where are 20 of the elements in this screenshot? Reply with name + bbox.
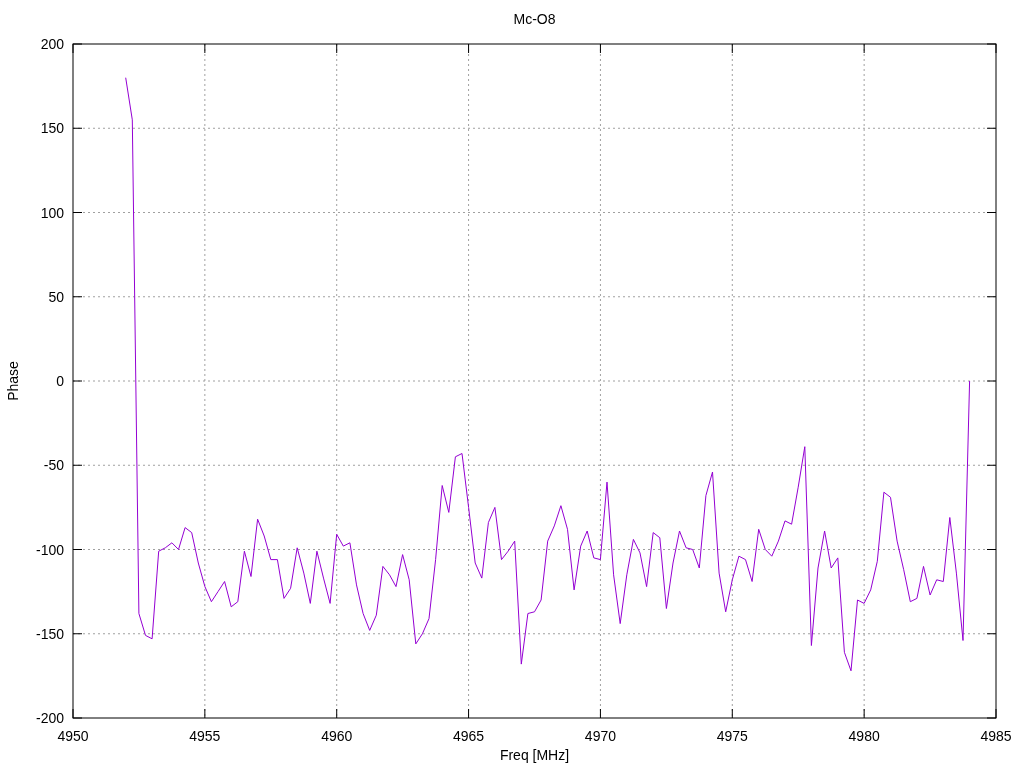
y-tick-label: 0 bbox=[56, 373, 64, 389]
x-tick-label: 4965 bbox=[453, 728, 485, 744]
y-tick-label: 100 bbox=[40, 204, 64, 221]
y-tick-label: -100 bbox=[35, 541, 64, 558]
chart-title: Mc-O8 bbox=[513, 11, 556, 27]
y-tick-label: -150 bbox=[35, 625, 64, 642]
y-tick-label: 50 bbox=[48, 288, 64, 305]
x-tick-label: 4960 bbox=[321, 728, 353, 744]
y-tick-label: 150 bbox=[40, 120, 64, 137]
x-tick-label: 4985 bbox=[980, 728, 1012, 744]
y-tick-label: 200 bbox=[40, 36, 64, 52]
x-tick-label: 4980 bbox=[848, 728, 880, 744]
x-tick-label: 4955 bbox=[189, 728, 221, 744]
y-tick-label: -50 bbox=[43, 457, 64, 474]
y-axis-label: Phase bbox=[5, 361, 21, 401]
x-tick-label: 4950 bbox=[57, 728, 89, 744]
x-axis-label: Freq [MHz] bbox=[499, 747, 570, 763]
x-tick-label: 4970 bbox=[584, 728, 616, 744]
y-tick-label: -200 bbox=[35, 710, 64, 726]
x-tick-label: 4975 bbox=[716, 728, 748, 744]
